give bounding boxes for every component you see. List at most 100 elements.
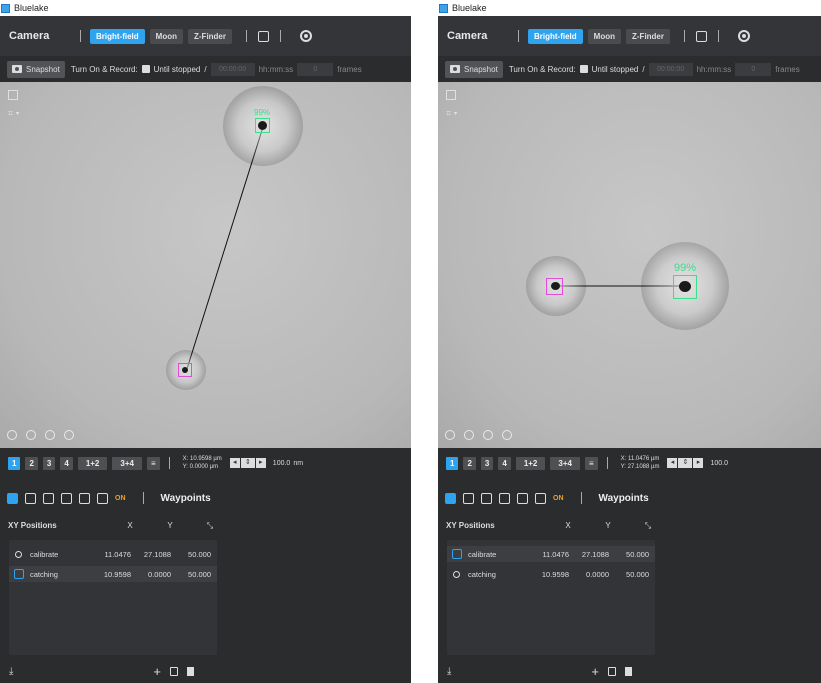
table-row[interactable]: calibrate 11.0476 27.1088 50.000	[447, 546, 655, 562]
right-arrow-icon[interactable]: ▸	[693, 458, 704, 468]
add-icon[interactable]: +	[591, 664, 599, 679]
position-readout: X: 11.0476 µm Y: 27.1088 µm	[621, 455, 660, 471]
bead-catching[interactable]	[526, 256, 586, 316]
auto-on-icon[interactable]: ON	[115, 495, 126, 502]
trap-1-indicator[interactable]	[7, 430, 17, 440]
until-stopped-checkbox[interactable]	[141, 65, 150, 73]
trap2-tool-icon[interactable]	[43, 492, 54, 504]
xy-tool-icon[interactable]	[7, 492, 18, 504]
camera-settings-icon[interactable]	[738, 30, 750, 42]
settings-tool-icon[interactable]	[535, 492, 546, 504]
moon-tab[interactable]: Moon	[587, 28, 621, 44]
row-radio[interactable]	[15, 550, 22, 558]
trap-2-button[interactable]: 2	[463, 456, 476, 470]
settings-tool-icon[interactable]	[97, 492, 108, 504]
trap-1-2-button[interactable]: 1+2	[515, 456, 546, 470]
code-tool-icon[interactable]	[517, 492, 528, 504]
camera-header: Camera Bright-field Moon Z-Finder	[438, 16, 821, 56]
bright-field-tab[interactable]: Bright-field	[528, 28, 583, 44]
external-window-icon[interactable]	[696, 30, 707, 42]
link-toggle-icon[interactable]: ≡	[584, 456, 598, 470]
step-unit: nm	[293, 459, 304, 467]
trap-3-4-button[interactable]: 3+4	[112, 456, 142, 470]
trash-icon[interactable]	[625, 666, 633, 676]
divider	[280, 30, 281, 42]
trap-1-indicator[interactable]	[445, 430, 455, 440]
trap2-tool-icon[interactable]	[481, 492, 492, 504]
step-size-input[interactable]: 100.0	[273, 460, 291, 467]
duration-input[interactable]: 00:00:00	[648, 62, 693, 76]
trap-1-button[interactable]: 1	[8, 456, 21, 470]
auto-on-icon[interactable]: ON	[553, 495, 564, 502]
right-arrow-icon[interactable]: ▸	[255, 458, 266, 468]
bright-field-tab[interactable]: Bright-field	[90, 28, 145, 44]
left-arrow-icon[interactable]: ◂	[667, 458, 678, 468]
trap-2-indicator[interactable]	[26, 430, 36, 440]
trap-3-indicator[interactable]	[483, 430, 493, 440]
trap-3-4-button[interactable]: 3+4	[550, 456, 580, 470]
row-radio[interactable]	[452, 549, 462, 559]
trap-3-indicator[interactable]	[45, 430, 55, 440]
z-finder-tab[interactable]: Z-Finder	[626, 28, 670, 44]
trap-3-button[interactable]: 3	[42, 456, 56, 470]
list-tool-icon[interactable]	[61, 492, 72, 504]
camera-settings-icon[interactable]	[300, 30, 312, 42]
add-icon[interactable]: +	[153, 664, 161, 679]
until-stopped-checkbox[interactable]	[579, 65, 588, 73]
trap-1-2-button[interactable]: 1+2	[77, 456, 108, 470]
bead-calibrate[interactable]: 99%	[641, 242, 729, 330]
table-row[interactable]: calibrate 11.0476 27.1088 50.000	[9, 546, 217, 562]
camera-view[interactable]: ⌗ ▾ 99%	[438, 82, 821, 448]
camera-view[interactable]: ⌗ ▾ 99%	[0, 82, 411, 448]
row-y: 0.0000	[148, 569, 171, 579]
bead-calibrate[interactable]: 99%	[223, 86, 303, 166]
trap-4-indicator[interactable]	[502, 430, 512, 440]
step-arrows: ◂ ⇕ ▸	[229, 458, 267, 468]
frames-input[interactable]: 0	[297, 62, 334, 76]
xy-positions-label: XY Positions	[8, 521, 57, 530]
step-size-input[interactable]: 100.0	[710, 460, 728, 467]
updown-arrow-icon[interactable]: ⇕	[678, 458, 693, 468]
xy-tool-icon[interactable]	[445, 492, 456, 504]
moon-tab[interactable]: Moon	[149, 28, 183, 44]
row-name: calibrate	[30, 549, 59, 559]
table-row[interactable]: catching 10.9598 0.0000 50.000	[447, 566, 655, 582]
link-toggle-icon[interactable]: ≡	[146, 456, 160, 470]
position-y: Y: 0.0000 µm	[182, 464, 219, 470]
frames-input[interactable]: 0	[735, 62, 772, 76]
waypoints-panel: ON Waypoints XY Positions X Y ⤡ calibrat…	[0, 478, 411, 683]
trap-2-button[interactable]: 2	[25, 456, 38, 470]
xy-header: XY Positions X Y ⤡	[0, 521, 411, 531]
trap-4-button[interactable]: 4	[60, 456, 73, 470]
bead-catching[interactable]	[166, 350, 206, 390]
snapshot-button[interactable]: Snapshot	[445, 60, 503, 78]
row-name: catching	[468, 569, 496, 579]
trap-1-button[interactable]: 1	[446, 456, 459, 470]
row-radio[interactable]	[453, 570, 460, 578]
download-icon[interactable]: ⤓	[9, 666, 13, 677]
list-tool-icon[interactable]	[499, 492, 510, 504]
duplicate-icon[interactable]	[608, 666, 617, 676]
duplicate-icon[interactable]	[170, 666, 179, 676]
trash-icon[interactable]	[187, 666, 195, 676]
trap-tool-icon[interactable]	[25, 492, 36, 504]
trap-3-button[interactable]: 3	[480, 456, 494, 470]
row-z: 50.000	[188, 569, 211, 579]
time-unit: hh:mm:ss	[258, 64, 294, 74]
trap-2-indicator[interactable]	[464, 430, 474, 440]
left-arrow-icon[interactable]: ◂	[229, 458, 240, 468]
trap-4-indicator[interactable]	[64, 430, 74, 440]
row-radio[interactable]	[14, 569, 24, 579]
code-tool-icon[interactable]	[79, 492, 90, 504]
external-window-icon[interactable]	[258, 30, 269, 42]
trap-tool-icon[interactable]	[463, 492, 474, 504]
table-row[interactable]: catching 10.9598 0.0000 50.000	[9, 566, 217, 582]
download-icon[interactable]: ⤓	[447, 666, 451, 677]
divider	[606, 457, 608, 469]
duration-input[interactable]: 00:00:00	[210, 62, 255, 76]
trap-4-button[interactable]: 4	[498, 456, 511, 470]
table-footer: ⤓ +	[438, 659, 821, 683]
updown-arrow-icon[interactable]: ⇕	[240, 458, 255, 468]
snapshot-button[interactable]: Snapshot	[7, 60, 65, 78]
z-finder-tab[interactable]: Z-Finder	[188, 28, 232, 44]
